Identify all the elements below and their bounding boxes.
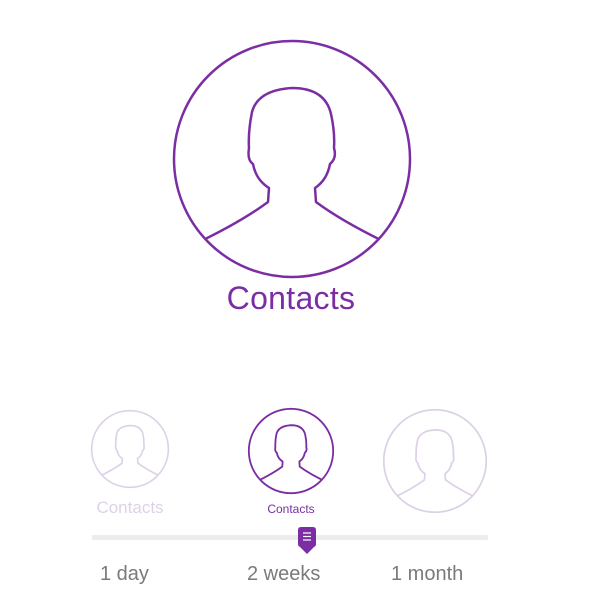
contact-avatar-icon bbox=[247, 407, 335, 495]
option-1-label: Contacts bbox=[96, 498, 164, 517]
contact-avatar-icon bbox=[90, 409, 170, 489]
range-option-2-weeks[interactable]: Contacts bbox=[247, 407, 335, 516]
slider-thumb-icon[interactable] bbox=[298, 527, 316, 554]
tick-label-1-day[interactable]: 1 day bbox=[100, 563, 149, 586]
contacts-title: Contacts bbox=[226, 280, 356, 316]
range-option-1-month[interactable] bbox=[382, 408, 488, 514]
tick-label-1-month[interactable]: 1 month bbox=[391, 563, 463, 586]
time-range-slider-track[interactable] bbox=[92, 535, 488, 540]
contacts-hero-avatar-icon bbox=[171, 38, 413, 280]
range-option-1-day[interactable]: Contacts bbox=[90, 409, 170, 517]
contact-avatar-icon bbox=[382, 408, 488, 514]
tick-label-2-weeks[interactable]: 2 weeks bbox=[247, 563, 320, 586]
option-2-label: Contacts bbox=[267, 502, 315, 516]
